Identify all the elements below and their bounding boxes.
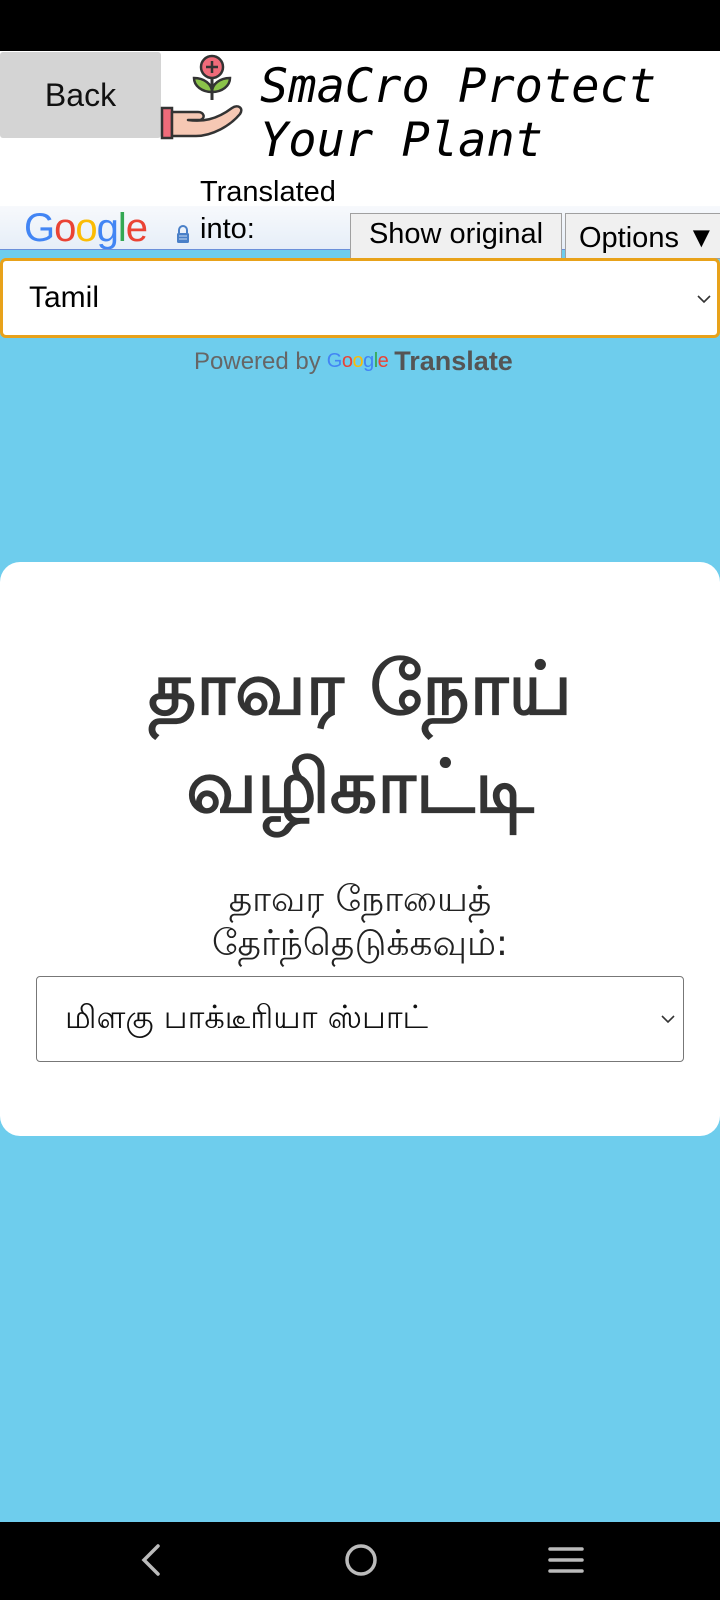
language-select[interactable]: Tamil (0, 258, 720, 338)
app-title: SmaCro Protect Your Plant (260, 59, 657, 168)
chevron-down-icon (661, 1015, 675, 1024)
nav-home-icon[interactable] (343, 1542, 379, 1578)
hand-holding-plant-icon (160, 54, 243, 140)
back-button[interactable]: Back (0, 52, 161, 138)
options-button[interactable]: Options ▼ (565, 213, 720, 259)
system-nav-bar (0, 1522, 720, 1600)
google-logo: Google (24, 206, 148, 250)
lock-icon (177, 225, 189, 243)
nav-menu-icon[interactable] (548, 1544, 584, 1576)
powered-translate-label: Translate (394, 346, 513, 376)
chevron-down-icon (697, 295, 711, 304)
translated-into-label: Translated (200, 176, 336, 208)
page-title: தாவர நோய் வழிகாட்டி (148, 646, 572, 830)
disease-select-value: மிளகு பாக்டீரியா ஸ்பாட் (65, 998, 428, 1036)
show-original-button[interactable]: Show original (350, 213, 562, 259)
disease-select-label: தாவர நோயைத் தேர்ந்தெடுக்கவும்: (211, 879, 509, 964)
nav-back-icon[interactable] (138, 1542, 166, 1578)
status-bar (0, 0, 720, 51)
powered-google-logo: Google (326, 350, 389, 372)
translated-into-label-cont: into: (200, 213, 255, 245)
disease-select[interactable]: மிளகு பாக்டீரியா ஸ்பாட் (36, 976, 684, 1062)
powered-by-google-translate[interactable]: Powered by Google Translate (194, 346, 513, 377)
powered-by-label: Powered by (194, 347, 321, 375)
language-select-value: Tamil (29, 281, 100, 314)
